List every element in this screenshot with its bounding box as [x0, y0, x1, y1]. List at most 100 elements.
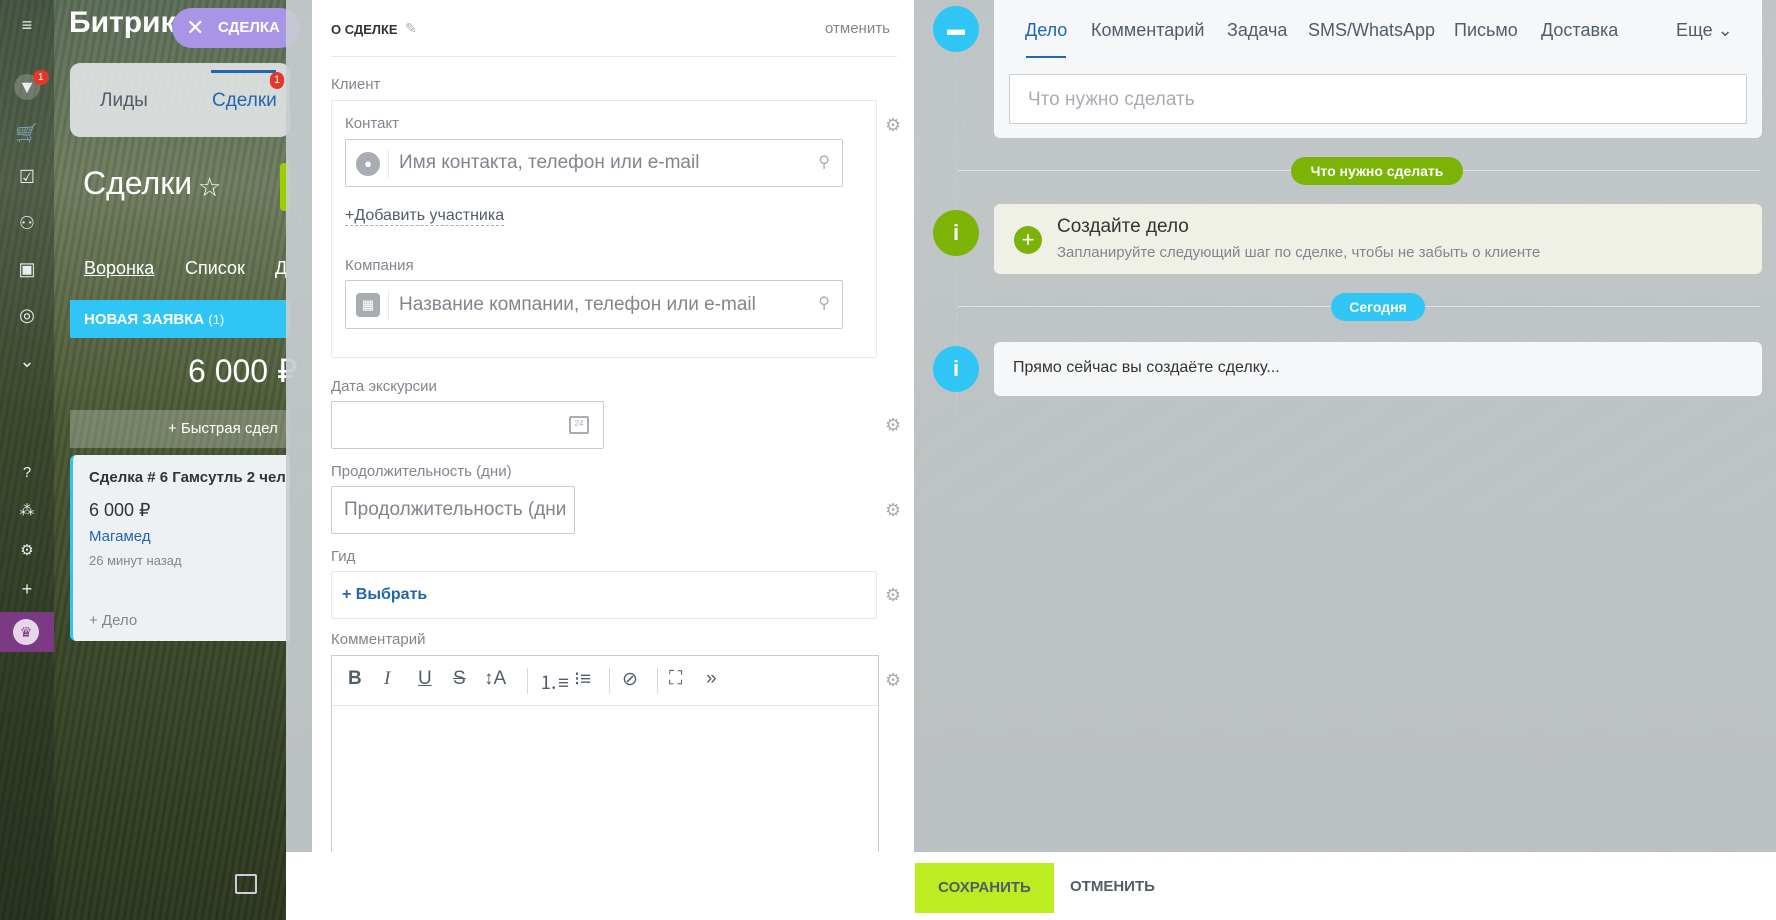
network-icon[interactable]: ⁂ — [14, 498, 40, 524]
deal-card-time: 26 минут назад — [89, 553, 182, 568]
chevron-down-icon: ⌄ — [1717, 20, 1733, 40]
stage-name: НОВАЯ ЗАЯВКА — [84, 311, 205, 328]
stage-sum: 6 000 ₽ — [188, 353, 298, 389]
menu-icon[interactable]: ≡ — [14, 12, 40, 38]
guide-settings-gear-icon[interactable]: ⚙ — [885, 585, 901, 606]
company-search-input[interactable]: ▦ Название компании, телефон или e-mail … — [345, 280, 843, 329]
deal-card[interactable]: Сделка # 6 Гамсутль 2 чел 6 000 ₽ Магаме… — [70, 455, 290, 641]
plus-icon[interactable]: + — [1014, 226, 1042, 254]
box-icon[interactable]: ▣ — [14, 256, 40, 282]
view-funnel[interactable]: Воронка — [84, 258, 154, 279]
tab-more[interactable]: Еще ⌄ — [1676, 20, 1733, 41]
section-title: О СДЕЛКЕ — [331, 22, 398, 37]
toolbar-separator — [527, 668, 528, 694]
duration-input[interactable]: Продолжительность (дни — [331, 486, 575, 534]
sidebar-badge: 1 — [33, 70, 49, 85]
pencil-icon[interactable]: ✎ — [405, 20, 417, 37]
input-separator — [388, 150, 389, 178]
todo-placeholder: Что нужно сделать — [1028, 89, 1195, 110]
bold-icon[interactable]: B — [348, 668, 362, 690]
deal-card-price: 6 000 ₽ — [89, 500, 151, 520]
printer-icon[interactable] — [235, 874, 257, 894]
tab-sms[interactable]: SMS/WhatsApp — [1308, 20, 1435, 41]
tab-leads[interactable]: Лиды — [100, 90, 148, 112]
deal-close-chip[interactable]: ✕ СДЕЛКА — [172, 8, 300, 48]
bulleted-list-icon[interactable]: ⁝≡ — [574, 668, 591, 691]
create-activity-title: Создайте дело — [1057, 216, 1189, 237]
help-icon[interactable]: ? — [14, 460, 40, 486]
add-participant-label: Добавить участника — [354, 207, 505, 224]
link-icon[interactable]: ⊘ — [622, 668, 638, 691]
tab-comment[interactable]: Комментарий — [1091, 20, 1204, 41]
save-button[interactable]: СОХРАНИТЬ — [915, 863, 1054, 913]
active-tab-underline — [1026, 56, 1066, 58]
crown-icon[interactable]: ♛ — [13, 619, 39, 645]
tasks-icon[interactable]: ☑ — [14, 164, 40, 190]
search-icon[interactable]: ⚲ — [818, 152, 830, 172]
now-creating-card: Прямо сейчас вы создаёте сделку... — [994, 342, 1762, 396]
contact-search-input[interactable]: ● Имя контакта, телефон или e-mail ⚲ — [345, 139, 843, 187]
deal-card-add-activity[interactable]: + Дело — [89, 612, 137, 629]
info-icon: i — [933, 346, 979, 392]
todo-input[interactable]: Что нужно сделать — [1009, 74, 1747, 124]
client-settings-gear-icon[interactable]: ⚙ — [885, 115, 901, 136]
fullscreen-icon[interactable]: ⛶ — [669, 668, 682, 690]
toolbar-separator — [657, 668, 658, 694]
search-icon[interactable]: ⚲ — [818, 293, 830, 313]
tab-task[interactable]: Задача — [1227, 20, 1287, 41]
settings-icon[interactable]: ⚙ — [14, 538, 40, 564]
guide-choose-button[interactable]: + Выбрать — [342, 586, 427, 604]
contacts-icon[interactable]: ⚇ — [14, 210, 40, 236]
duration-placeholder: Продолжительность (дни — [344, 499, 567, 520]
date-input[interactable]: 24 — [331, 401, 604, 449]
cart-icon[interactable]: 🛒 — [14, 120, 40, 146]
info-icon: i — [933, 210, 979, 256]
comment-label: Комментарий — [331, 631, 426, 648]
comment-settings-gear-icon[interactable]: ⚙ — [885, 670, 901, 691]
strikethrough-icon[interactable]: S — [453, 668, 466, 690]
guide-select[interactable]: + Выбрать — [331, 571, 877, 619]
tab-deals[interactable]: Сделки — [212, 90, 277, 112]
guide-label: Гид — [331, 548, 356, 565]
more-down-icon[interactable]: ⌄ — [14, 348, 40, 374]
company-placeholder: Название компании, телефон или e-mail — [399, 294, 756, 315]
company-label: Компания — [345, 257, 414, 274]
quick-deal-button[interactable]: + Быстрая сдел — [70, 410, 290, 448]
create-activity-card[interactable]: + Создайте дело Запланируйте следующий ш… — [994, 204, 1762, 274]
section-cancel-link[interactable]: отменить — [825, 20, 890, 37]
numbered-list-icon[interactable]: ⒈≡ — [539, 668, 569, 695]
stage-header: НОВАЯ ЗАЯВКА (1) — [70, 300, 290, 338]
input-separator — [388, 291, 389, 319]
target-icon[interactable]: ◎ — [14, 302, 40, 328]
font-size-icon[interactable]: ↕A — [484, 668, 506, 690]
tab-activity[interactable]: Дело — [1025, 20, 1067, 41]
view-list[interactable]: Список — [185, 258, 245, 279]
tab-more-label: Еще — [1676, 20, 1713, 40]
stage-count: (1) — [208, 312, 225, 327]
tab-delivery[interactable]: Доставка — [1541, 20, 1618, 41]
contact-label: Контакт — [345, 115, 400, 132]
duration-label: Продолжительность (дни) — [331, 463, 512, 480]
now-creating-text: Прямо сейчас вы создаёте сделку... — [1013, 359, 1280, 376]
close-icon[interactable]: ✕ — [186, 8, 204, 48]
page-title: Сделки — [83, 165, 193, 201]
editor-toolbar: B I U S ↕A ⒈≡ ⁝≡ ⊘ ⛶ » — [332, 656, 878, 706]
tab-email[interactable]: Письмо — [1454, 20, 1518, 41]
date-settings-gear-icon[interactable]: ⚙ — [885, 415, 901, 436]
add-icon[interactable]: + — [14, 576, 40, 602]
toolbar-separator — [609, 668, 610, 694]
cancel-button[interactable]: ОТМЕНИТЬ — [1070, 878, 1155, 895]
italic-icon[interactable]: I — [384, 668, 390, 690]
add-participant-link[interactable]: +Добавить участника — [345, 207, 505, 226]
deal-card-title[interactable]: Сделка # 6 Гамсутль 2 чел — [89, 469, 286, 486]
upgrade-panel[interactable]: ♛ — [0, 612, 54, 652]
deal-card-person[interactable]: Магамед — [89, 528, 151, 545]
comment-editor[interactable]: B I U S ↕A ⒈≡ ⁝≡ ⊘ ⛶ » — [331, 655, 879, 865]
duration-settings-gear-icon[interactable]: ⚙ — [885, 500, 901, 521]
calendar-icon[interactable]: 24 — [569, 416, 589, 434]
star-icon[interactable]: ☆ — [198, 172, 221, 203]
today-pill: Сегодня — [1331, 293, 1425, 321]
comment-bubble-icon: ▬ — [933, 6, 979, 52]
more-tools-icon[interactable]: » — [706, 668, 717, 690]
underline-icon[interactable]: U — [418, 668, 432, 690]
